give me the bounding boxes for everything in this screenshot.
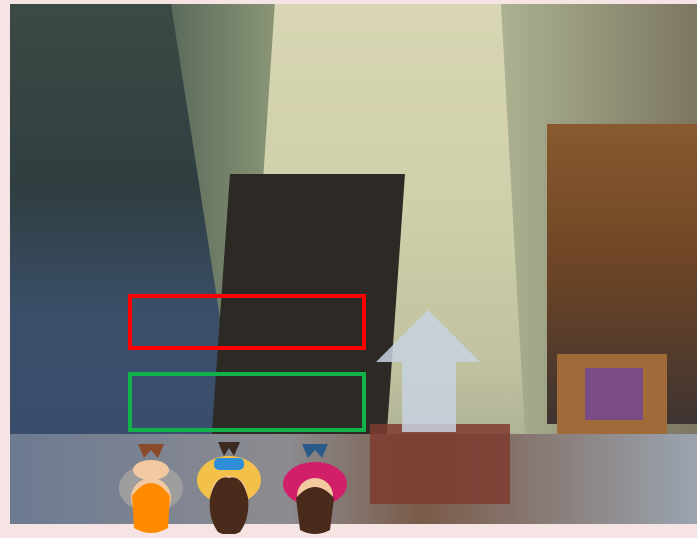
avatar-orange-hair[interactable] <box>118 440 184 536</box>
room-camera-view <box>10 4 697 524</box>
television <box>557 354 667 444</box>
green-target-box[interactable] <box>128 372 366 432</box>
up-arrow-shaft <box>402 362 456 432</box>
up-arrow-head <box>376 310 480 362</box>
avatar-brown-hair[interactable] <box>282 440 348 536</box>
red-target-box[interactable] <box>128 294 366 350</box>
tv-screen <box>585 368 643 420</box>
floor <box>10 434 697 524</box>
floor-rug <box>370 424 510 504</box>
avatar-brown-curly-hair[interactable] <box>196 438 262 534</box>
